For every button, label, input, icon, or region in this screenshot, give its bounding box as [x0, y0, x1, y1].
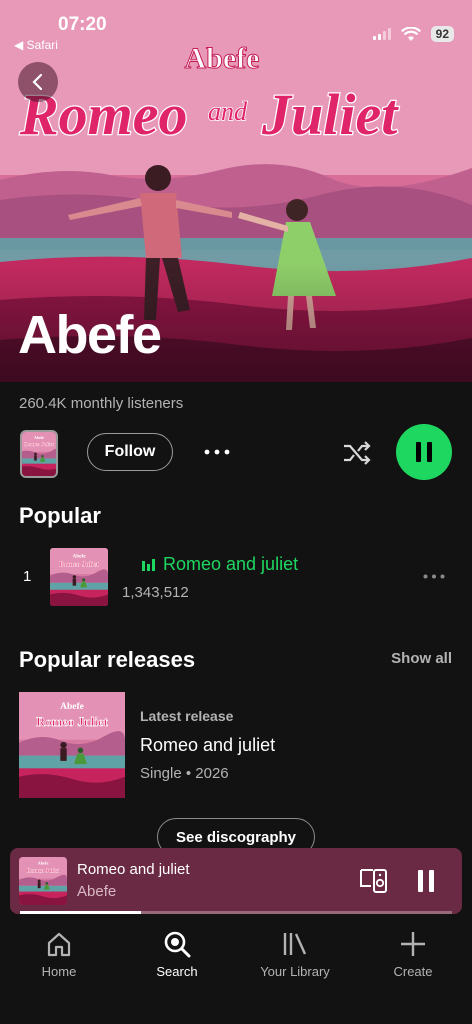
bottom-tab-bar: Home Search Your Library Create — [0, 914, 472, 1024]
mini-player[interactable]: Romeo and juliet Abefe — [10, 848, 462, 914]
monthly-listeners: 260.4K monthly listeners — [19, 395, 184, 412]
cover-art-artist: Abefe — [185, 42, 260, 75]
mini-player-artist: Abefe — [77, 883, 117, 900]
pause-icon — [418, 870, 434, 892]
status-indicators: 92 — [372, 26, 454, 42]
back-button[interactable] — [18, 62, 58, 102]
shuffle-icon — [344, 441, 371, 465]
popular-section-title: Popular — [19, 503, 101, 528]
track-artwork — [50, 548, 108, 606]
wifi-icon — [400, 26, 421, 41]
more-options-button[interactable] — [200, 436, 234, 468]
more-horizontal-icon — [423, 574, 445, 578]
tab-home[interactable]: Home — [0, 930, 118, 979]
tab-home-label: Home — [41, 964, 77, 979]
mini-player-pause-button[interactable] — [410, 867, 442, 895]
track-title-wrap: Romeo and juliet — [142, 554, 298, 575]
tab-search[interactable]: Search — [118, 930, 236, 979]
plus-icon — [401, 932, 425, 956]
track-title: Romeo and juliet — [163, 554, 299, 574]
track-row[interactable]: 1 Romeo and juliet 1,343,512 — [0, 546, 472, 608]
thumbnail-art — [22, 432, 56, 476]
back-to-app-link[interactable]: ◀ Safari — [14, 38, 58, 52]
now-playing-equalizer-icon — [142, 558, 155, 571]
release-title: Romeo and juliet — [140, 735, 276, 755]
play-pause-button[interactable] — [396, 424, 452, 480]
popular-releases-title: Popular releases — [19, 647, 196, 672]
tab-create[interactable]: Create — [354, 930, 472, 979]
tab-search-label: Search — [156, 964, 198, 979]
search-icon — [164, 931, 191, 958]
shuffle-button[interactable] — [340, 436, 374, 470]
cover-art-title-mid: and — [208, 97, 248, 126]
release-artwork — [19, 692, 125, 798]
cellular-signal-icon — [372, 28, 391, 40]
release-kicker: Latest release — [140, 708, 234, 724]
artist-controls: Follow — [0, 424, 472, 480]
cover-art-title-right: Juliet — [261, 82, 399, 144]
status-time: 07:20 — [58, 14, 107, 35]
more-horizontal-icon — [204, 449, 230, 455]
artist-name: Abefe — [18, 305, 162, 365]
pause-icon — [416, 442, 432, 462]
mini-player-artwork — [19, 857, 67, 905]
device-speaker-icon — [360, 869, 387, 893]
chevron-left-icon — [32, 73, 43, 91]
home-icon — [47, 932, 71, 957]
cover-art-title-logo: Abefe Romeo and Juliet — [18, 42, 401, 145]
artist-hero-banner: Abefe Romeo and Juliet 07:20 ◀ Safari 92… — [0, 0, 472, 382]
show-all-link[interactable]: Show all — [391, 650, 452, 667]
release-card[interactable]: Latest release Romeo and juliet Single •… — [0, 690, 472, 800]
track-play-count: 1,343,512 — [122, 584, 189, 601]
follow-button[interactable]: Follow — [87, 433, 173, 471]
artist-cover-thumbnail[interactable] — [20, 430, 58, 478]
connect-device-button[interactable] — [358, 867, 390, 895]
tab-your-library-label: Your Library — [260, 964, 330, 979]
track-more-button[interactable] — [420, 564, 448, 588]
battery-indicator: 92 — [430, 26, 454, 42]
release-meta: Single • 2026 — [140, 765, 229, 782]
tab-your-library[interactable]: Your Library — [236, 930, 354, 979]
track-rank: 1 — [23, 568, 32, 585]
mini-player-title: Romeo and juliet — [77, 861, 190, 878]
tab-create-label: Create — [393, 964, 433, 979]
library-icon — [283, 933, 307, 955]
